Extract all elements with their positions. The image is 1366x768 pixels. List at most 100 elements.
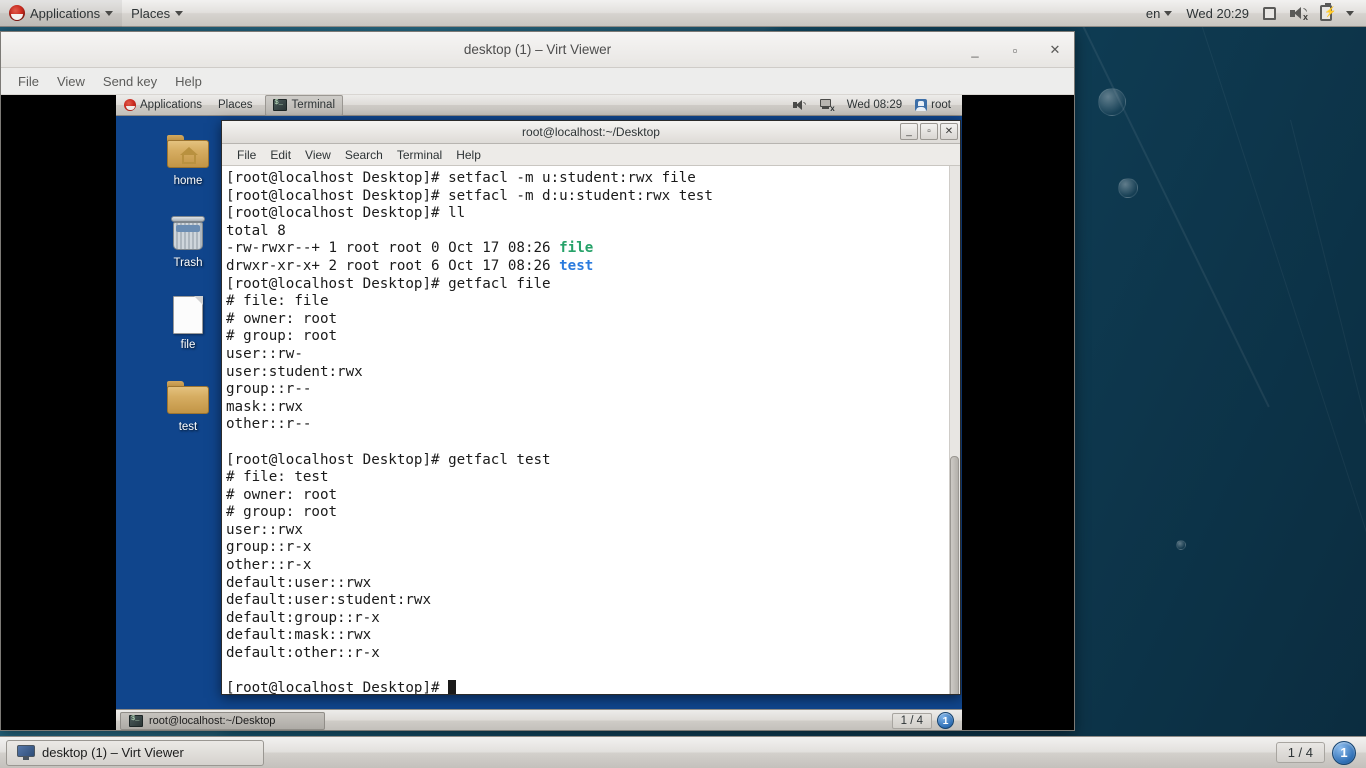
minimize-button[interactable]: _ bbox=[962, 37, 988, 63]
screen-icon bbox=[1263, 6, 1276, 20]
menu-view[interactable]: View bbox=[48, 71, 94, 92]
terminal-text: # file: test bbox=[226, 469, 329, 486]
terminal-line: total 8 bbox=[226, 223, 960, 241]
host-clock[interactable]: Wed 20:29 bbox=[1180, 0, 1255, 27]
guest-applications-menu[interactable]: Applications bbox=[116, 95, 210, 116]
guest-applications-label: Applications bbox=[140, 99, 203, 111]
host-top-panel: Applications Places en Wed 20:29 x ⚡ bbox=[0, 0, 1366, 27]
host-applications-menu[interactable]: Applications bbox=[0, 0, 123, 27]
terminal-text: # file: file bbox=[226, 293, 329, 310]
volume-indicator[interactable]: x bbox=[1284, 0, 1312, 27]
system-menu-button[interactable] bbox=[1340, 0, 1360, 27]
terminal-menu-help[interactable]: Help bbox=[449, 146, 488, 164]
terminal-line: -rw-rwxr--+ 1 root root 0 Oct 17 08:26 f… bbox=[226, 240, 960, 258]
terminal-text: other::r-- bbox=[226, 416, 312, 433]
terminal-scrollbar[interactable] bbox=[949, 166, 960, 694]
guest-window-menu-label: Terminal bbox=[291, 99, 336, 111]
guest-panel-tray: x Wed 08:29 root bbox=[788, 95, 962, 116]
terminal-line: default:other::r-x bbox=[226, 645, 960, 663]
desktop-icon-home[interactable]: home bbox=[152, 129, 224, 187]
terminal-text: [root@localhost Desktop]# setfacl -m d:u… bbox=[226, 187, 713, 204]
guest-clock-label: Wed 08:29 bbox=[846, 99, 903, 111]
close-button[interactable]: ✕ bbox=[1042, 37, 1068, 63]
terminal-minimize-button[interactable]: _ bbox=[900, 123, 918, 140]
desktop-icon-trash[interactable]: Trash bbox=[152, 211, 224, 269]
terminal-maximize-button[interactable]: ▫ bbox=[920, 123, 938, 140]
guest-bottom-panel: root@localhost:~/Desktop 1 / 4 1 bbox=[116, 709, 962, 730]
user-icon bbox=[915, 99, 928, 111]
wallpaper-bubble-3 bbox=[1176, 540, 1186, 550]
terminal-line: other::r-x bbox=[226, 557, 960, 575]
terminal-menu-view[interactable]: View bbox=[298, 146, 338, 164]
terminal-line: # owner: root bbox=[226, 311, 960, 329]
host-taskbar-item-label: desktop (1) – Virt Viewer bbox=[42, 745, 184, 760]
guest-volume-indicator[interactable] bbox=[788, 95, 811, 116]
menu-help[interactable]: Help bbox=[166, 71, 211, 92]
terminal-close-button[interactable]: ✕ bbox=[940, 123, 958, 140]
desktop-icon-label: home bbox=[173, 175, 203, 187]
guest-top-panel: Applications Places Terminal bbox=[116, 95, 962, 116]
host-applications-label: Applications bbox=[30, 5, 101, 21]
guest-user-label: root bbox=[931, 99, 951, 111]
terminal-screen[interactable]: [root@localhost Desktop]# setfacl -m u:s… bbox=[222, 166, 960, 694]
keyboard-layout-indicator[interactable]: en bbox=[1140, 0, 1178, 27]
terminal-text: group::r-- bbox=[226, 381, 312, 398]
terminal-titlebar[interactable]: root@localhost:~/Desktop _ ▫ ✕ bbox=[222, 121, 960, 144]
guest-workspace-current[interactable]: 1 bbox=[937, 712, 954, 729]
terminal-menu-file[interactable]: File bbox=[230, 146, 263, 164]
terminal-text: test bbox=[559, 257, 594, 274]
terminal-text: [root@localhost Desktop]# setfacl -m u:s… bbox=[226, 170, 696, 186]
host-workspace-current[interactable]: 1 bbox=[1332, 740, 1356, 765]
terminal-text: default:user::rwx bbox=[226, 574, 372, 591]
guest-clock[interactable]: Wed 08:29 bbox=[842, 95, 907, 116]
terminal-line: # owner: root bbox=[226, 487, 960, 505]
terminal-scrollbar-thumb[interactable] bbox=[950, 456, 959, 694]
guest-network-indicator[interactable]: x bbox=[814, 95, 839, 116]
menu-file[interactable]: File bbox=[9, 71, 48, 92]
guest-workspace-switcher[interactable]: 1 / 4 1 bbox=[891, 712, 958, 729]
guest-taskbar-item-label: root@localhost:~/Desktop bbox=[149, 714, 276, 727]
desktop-icon-test[interactable]: test bbox=[152, 375, 224, 433]
document-icon bbox=[152, 293, 224, 337]
terminal-text: file bbox=[559, 240, 594, 257]
terminal-text: # group: root bbox=[226, 504, 338, 521]
terminal-line bbox=[226, 663, 960, 681]
trash-icon bbox=[152, 211, 224, 255]
guest-workspace-count: 1 / 4 bbox=[891, 712, 932, 729]
guest-places-menu[interactable]: Places bbox=[210, 95, 261, 116]
terminal-line: [root@localhost Desktop]# getfacl test bbox=[226, 452, 960, 470]
redhat-logo-icon bbox=[124, 99, 136, 111]
desktop-icon-file[interactable]: file bbox=[152, 293, 224, 351]
terminal-text: [root@localhost Desktop]# ll bbox=[226, 205, 466, 222]
host-workspace-count: 1 / 4 bbox=[1275, 742, 1325, 763]
screen-indicator[interactable] bbox=[1257, 0, 1282, 27]
terminal-menu-edit[interactable]: Edit bbox=[263, 146, 298, 164]
speaker-muted-icon: x bbox=[1290, 6, 1308, 21]
guest-user-menu[interactable]: root bbox=[910, 95, 956, 116]
terminal-line: drwxr-xr-x+ 2 root root 6 Oct 17 08:26 t… bbox=[226, 258, 960, 276]
terminal-menu-terminal[interactable]: Terminal bbox=[390, 146, 449, 164]
terminal-menubar: File Edit View Search Terminal Help bbox=[222, 144, 960, 166]
terminal-icon bbox=[129, 714, 143, 727]
virt-viewer-titlebar[interactable]: desktop (1) – Virt Viewer _ ▫ ✕ bbox=[1, 32, 1074, 68]
wallpaper-bubble-2 bbox=[1118, 178, 1138, 198]
host-places-menu[interactable]: Places bbox=[122, 0, 192, 27]
home-folder-icon bbox=[152, 129, 224, 173]
desktop-icon-label: Trash bbox=[173, 257, 203, 269]
guest-window-menu-terminal[interactable]: Terminal bbox=[264, 95, 344, 116]
maximize-button[interactable]: ▫ bbox=[1002, 37, 1028, 63]
battery-indicator[interactable]: ⚡ bbox=[1314, 0, 1338, 27]
terminal-line: [root@localhost Desktop]# setfacl -m d:u… bbox=[226, 188, 960, 206]
host-taskbar-item-virt-viewer[interactable]: desktop (1) – Virt Viewer bbox=[6, 739, 264, 766]
host-panel-tray: en Wed 20:29 x ⚡ bbox=[1140, 0, 1366, 27]
terminal-line: [root@localhost Desktop]# setfacl -m u:s… bbox=[226, 170, 960, 188]
terminal-menu-search[interactable]: Search bbox=[338, 146, 390, 164]
guest-taskbar-item-terminal[interactable]: root@localhost:~/Desktop bbox=[120, 711, 325, 730]
host-workspace-switcher[interactable]: 1 / 4 1 bbox=[1275, 740, 1360, 765]
terminal-line: # file: file bbox=[226, 293, 960, 311]
terminal-window: root@localhost:~/Desktop _ ▫ ✕ File Edit… bbox=[221, 120, 961, 695]
menu-send-key[interactable]: Send key bbox=[94, 71, 166, 92]
terminal-line: # group: root bbox=[226, 328, 960, 346]
terminal-line: default:group::r-x bbox=[226, 610, 960, 628]
terminal-text: # owner: root bbox=[226, 486, 338, 503]
